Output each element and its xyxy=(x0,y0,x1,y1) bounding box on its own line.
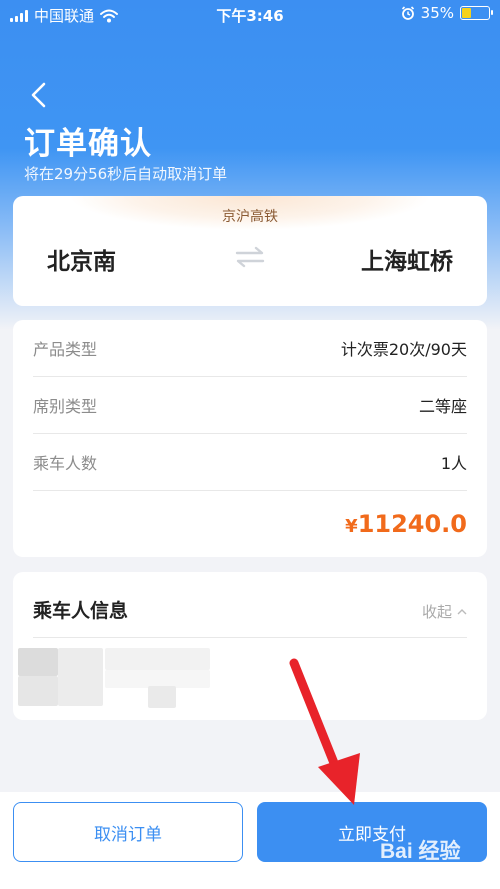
status-bar: 中国联通 下午3:46 35% xyxy=(0,0,500,30)
detail-label: 乘车人数 xyxy=(33,454,98,473)
price-amount: 11240.0 xyxy=(357,510,467,538)
departure-station: 北京南 xyxy=(47,249,116,275)
passenger-info-header: 乘车人信息 收起 xyxy=(33,572,467,638)
train-line-tag: 京沪高铁 xyxy=(13,196,487,232)
order-detail-card: 产品类型 计次票20次/90天 席别类型 二等座 乘车人数 1人 ¥11240.… xyxy=(13,320,487,557)
passenger-info-title: 乘车人信息 xyxy=(33,600,129,622)
currency-symbol: ¥ xyxy=(345,516,358,537)
detail-value: 二等座 xyxy=(418,397,467,416)
detail-row-passenger-count: 乘车人数 1人 xyxy=(33,434,467,491)
countdown-text: 将在29分56秒后自动取消订单 xyxy=(24,165,228,183)
detail-row-seat-class: 席别类型 二等座 xyxy=(33,377,467,434)
detail-label: 席别类型 xyxy=(33,397,98,416)
detail-value: 计次票20次/90天 xyxy=(340,340,467,359)
alarm-icon xyxy=(401,6,414,20)
detail-label: 产品类型 xyxy=(33,340,98,359)
arrival-station: 上海虹桥 xyxy=(361,249,453,275)
cancel-order-button[interactable]: 取消订单 xyxy=(13,802,243,862)
back-arrow-icon[interactable] xyxy=(24,78,54,112)
detail-row-product-type: 产品类型 计次票20次/90天 xyxy=(33,320,467,377)
battery-percent: 35% xyxy=(420,4,454,22)
total-price: ¥11240.0 xyxy=(345,510,467,538)
swap-arrows-icon xyxy=(235,246,265,268)
route-card: 京沪高铁 北京南 上海虹桥 xyxy=(13,196,487,306)
train-line-label: 京沪高铁 xyxy=(222,209,278,225)
collapse-toggle[interactable]: 收起 xyxy=(422,601,467,622)
page-title: 订单确认 xyxy=(24,126,152,162)
status-right: 35% xyxy=(401,4,493,22)
collapse-label: 收起 xyxy=(421,603,452,621)
battery-icon xyxy=(460,6,493,20)
chevron-up-icon xyxy=(457,608,467,614)
watermark-text: Bai 经验 xyxy=(380,840,461,863)
annotation-arrow-icon xyxy=(289,658,360,805)
detail-value: 1人 xyxy=(440,454,467,473)
passenger-info-card: 乘车人信息 收起 xyxy=(13,572,487,720)
baidu-jingyan-watermark: Bai 经验 jingyan.baidu.com xyxy=(380,833,500,883)
watermark-sub: jingyan.baidu.com xyxy=(410,863,500,874)
